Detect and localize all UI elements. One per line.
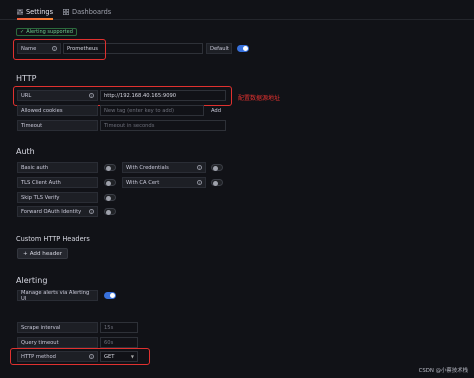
manage-alerts-toggle[interactable]	[104, 292, 116, 299]
with-ca-cert-toggle[interactable]	[211, 179, 223, 186]
basic-auth-label-text: Basic auth	[21, 164, 49, 171]
skip-tls-verify-toggle[interactable]	[104, 194, 116, 201]
auth-title: Auth	[16, 147, 35, 156]
highlight-url	[13, 86, 232, 106]
tls-client-auth-label-text: TLS Client Auth	[21, 179, 61, 186]
forward-oauth-toggle[interactable]	[104, 208, 116, 215]
url-annotation: 配置数据源地址	[238, 95, 281, 102]
http-title: HTTP	[16, 74, 37, 83]
manage-alerts-label: Manage alerts via Alerting UI	[17, 289, 98, 302]
sliders-icon	[17, 9, 23, 15]
info-icon[interactable]: i	[197, 180, 202, 185]
default-toggle[interactable]	[237, 45, 249, 52]
allowed-cookies-label: Allowed cookies	[17, 105, 98, 116]
tab-bar: Settings Dashboards	[0, 0, 474, 20]
with-credentials-label-text: With Credentials	[126, 164, 169, 171]
timeout-label: Timeout	[17, 120, 98, 131]
with-credentials-toggle[interactable]	[211, 164, 223, 171]
watermark: CSDN @小蔡技术栈	[418, 368, 468, 374]
add-cookie-button[interactable]: Add	[206, 105, 226, 116]
basic-auth-toggle[interactable]	[104, 164, 116, 171]
tab-dashboards-label: Dashboards	[72, 8, 112, 16]
add-header-label: Add header	[29, 250, 63, 257]
forward-oauth-label: Forward OAuth Identity i	[17, 206, 98, 217]
forward-oauth-label-text: Forward OAuth Identity	[21, 208, 82, 215]
tab-settings-label: Settings	[26, 8, 54, 16]
scrape-interval-label-text: Scrape interval	[21, 324, 61, 331]
with-ca-cert-label-text: With CA Cert	[126, 179, 160, 186]
default-label-text: Default	[210, 45, 229, 52]
add-cookie-label: Add	[210, 107, 222, 114]
custom-headers-title: Custom HTTP Headers	[16, 235, 90, 243]
tls-client-auth-label: TLS Client Auth	[17, 177, 98, 188]
tab-dashboards[interactable]: Dashboards	[63, 4, 111, 20]
check-icon: ✓	[20, 29, 25, 35]
skip-tls-verify-label-text: Skip TLS Verify	[21, 194, 60, 201]
plus-icon: +	[23, 250, 28, 257]
default-label: Default	[206, 43, 232, 54]
manage-alerts-label-text: Manage alerts via Alerting UI	[21, 289, 90, 302]
highlight-http-method	[10, 348, 150, 365]
info-icon[interactable]: i	[197, 165, 202, 170]
basic-auth-label: Basic auth	[17, 162, 98, 173]
with-credentials-label: With Credentials i	[122, 162, 206, 173]
query-timeout-label: Query timeout	[17, 337, 98, 348]
alerting-title: Alerting	[16, 276, 48, 285]
query-timeout-label-text: Query timeout	[21, 339, 59, 346]
tab-settings[interactable]: Settings	[17, 4, 54, 20]
scrape-interval-label: Scrape interval	[17, 322, 98, 333]
query-timeout-input[interactable]: 60s	[100, 337, 138, 348]
with-ca-cert-label: With CA Cert i	[122, 177, 206, 188]
tls-client-auth-toggle[interactable]	[104, 179, 116, 186]
highlight-name	[13, 39, 106, 60]
skip-tls-verify-label: Skip TLS Verify	[17, 192, 98, 203]
allowed-cookies-label-text: Allowed cookies	[21, 107, 63, 114]
add-header-button[interactable]: + Add header	[17, 248, 69, 259]
apps-icon	[63, 9, 69, 15]
info-icon[interactable]: i	[89, 209, 94, 214]
timeout-input[interactable]: Timeout in seconds	[100, 120, 226, 131]
scrape-interval-input[interactable]: 15s	[100, 322, 138, 333]
alerting-supported-text: Alerting supported	[26, 29, 73, 35]
allowed-cookies-input[interactable]: New tag (enter key to add)	[100, 105, 204, 116]
timeout-label-text: Timeout	[21, 122, 43, 129]
alerting-supported-badge: ✓ Alerting supported	[16, 28, 77, 36]
